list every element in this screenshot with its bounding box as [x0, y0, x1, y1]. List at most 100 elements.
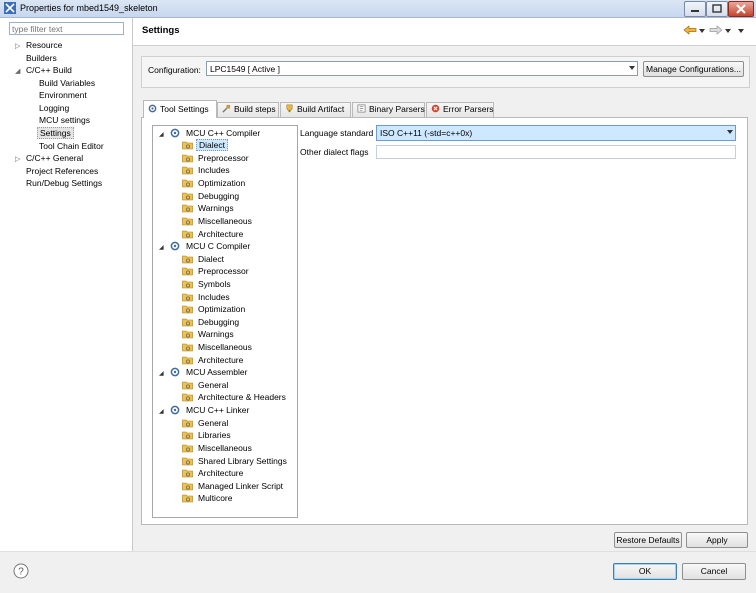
tree-item[interactable]: Architecture & Headers — [182, 392, 288, 403]
nav-item-project-references[interactable]: Project References — [24, 166, 100, 177]
nav-item-cpp-build[interactable]: C/C++ Build — [24, 65, 74, 76]
back-menu-icon[interactable] — [698, 24, 706, 36]
nav-item-cpp-general[interactable]: C/C++ General — [24, 153, 85, 164]
nav-item-run-debug-settings[interactable]: Run/Debug Settings — [24, 178, 104, 189]
nav-item-tool-chain-editor[interactable]: Tool Chain Editor — [37, 141, 106, 152]
tree-item[interactable]: Dialect — [182, 139, 228, 151]
language-standard-select[interactable]: ISO C++11 (-std=c++0x) — [376, 125, 736, 141]
folder-settings-icon — [182, 444, 193, 453]
folder-settings-icon — [182, 217, 193, 226]
collapse-arrow-icon[interactable]: ◢ — [15, 67, 20, 75]
tree-item[interactable]: Architecture — [182, 355, 245, 366]
filter-input[interactable] — [9, 22, 124, 35]
tree-group-mcu-cpp-compiler[interactable]: MCU C++ Compiler — [170, 128, 262, 139]
minimize-icon — [691, 10, 699, 12]
help-icon[interactable]: ? — [13, 563, 29, 579]
collapse-arrow-icon[interactable]: ◢ — [159, 408, 164, 415]
tree-item[interactable]: Shared Library Settings — [182, 456, 289, 467]
folder-settings-icon — [182, 305, 193, 314]
nav-item-logging[interactable]: Logging — [37, 103, 71, 114]
tab-error-parsers[interactable]: Error Parsers — [426, 102, 494, 117]
tree-item[interactable]: General — [182, 418, 230, 429]
tree-item[interactable]: Optimization — [182, 304, 247, 315]
apply-button[interactable]: Apply — [686, 532, 748, 548]
nav-item-resource[interactable]: Resource — [24, 40, 64, 51]
nav-item-mcu-settings[interactable]: MCU settings — [37, 115, 92, 126]
tool-gear-icon — [170, 241, 180, 251]
nav-item-environment[interactable]: Environment — [37, 90, 89, 101]
tree-item[interactable]: Preprocessor — [182, 153, 251, 164]
tree-item[interactable]: Debugging — [182, 317, 241, 328]
ok-button[interactable]: OK — [613, 563, 677, 580]
folder-settings-icon — [182, 166, 193, 175]
window-title: Properties for mbed1549_skeleton — [20, 3, 158, 13]
tab-binary-parsers[interactable]: Binary Parsers — [352, 102, 425, 117]
tab-build-artifact[interactable]: Build Artifact — [280, 102, 351, 117]
maximize-icon — [712, 4, 722, 13]
restore-defaults-button[interactable]: Restore Defaults — [614, 532, 682, 548]
close-window-button[interactable] — [728, 1, 754, 17]
tree-item[interactable]: Managed Linker Script — [182, 481, 285, 492]
help-glyph: ? — [18, 567, 24, 578]
maximize-button[interactable] — [706, 1, 728, 17]
nav-item-settings[interactable]: Settings — [37, 127, 74, 139]
tree-item[interactable]: Miscellaneous — [182, 216, 254, 227]
title-bar: Properties for mbed1549_skeleton — [0, 0, 756, 18]
expand-arrow-icon[interactable]: ▷ — [15, 155, 20, 163]
close-icon — [736, 4, 746, 14]
folder-settings-icon — [182, 356, 193, 365]
back-arrow-icon[interactable] — [683, 24, 697, 36]
tree-item[interactable]: Debugging — [182, 191, 241, 202]
minimize-button[interactable] — [684, 1, 706, 17]
tree-item[interactable]: General — [182, 380, 230, 391]
tree-group-mcu-c-compiler[interactable]: MCU C Compiler — [170, 241, 252, 252]
cancel-button[interactable]: Cancel — [682, 563, 746, 580]
folder-settings-icon — [182, 419, 193, 428]
expand-arrow-icon[interactable]: ▷ — [15, 42, 20, 50]
tree-group-mcu-assembler[interactable]: MCU Assembler — [170, 367, 249, 378]
folder-settings-icon — [182, 318, 193, 327]
tree-item[interactable]: Multicore — [182, 493, 234, 504]
error-parsers-icon — [431, 104, 440, 113]
tree-item[interactable]: Includes — [182, 292, 232, 303]
tree-item[interactable]: Symbols — [182, 279, 233, 290]
tree-item[interactable]: Architecture — [182, 468, 245, 479]
build-artifact-icon — [286, 104, 293, 113]
manage-configurations-button[interactable]: Manage Configurations... — [643, 61, 744, 77]
tree-item[interactable]: Includes — [182, 165, 232, 176]
page-header — [133, 18, 756, 46]
tree-group-mcu-cpp-linker[interactable]: MCU C++ Linker — [170, 405, 251, 416]
tool-settings-icon — [148, 104, 157, 113]
tree-item[interactable]: Miscellaneous — [182, 443, 254, 454]
other-dialect-flags-label: Other dialect flags — [300, 147, 369, 157]
tree-item[interactable]: Warnings — [182, 329, 236, 340]
other-dialect-flags-input[interactable] — [376, 145, 736, 159]
folder-settings-icon — [182, 192, 193, 201]
forward-menu-icon[interactable] — [724, 24, 732, 36]
tab-build-steps[interactable]: Build steps — [217, 102, 279, 117]
nav-item-build-variables[interactable]: Build Variables — [37, 78, 97, 89]
tree-item[interactable]: Libraries — [182, 430, 233, 441]
folder-settings-icon — [182, 280, 193, 289]
folder-settings-icon — [182, 179, 193, 188]
collapse-arrow-icon[interactable]: ◢ — [159, 244, 164, 251]
tree-item[interactable]: Architecture — [182, 229, 245, 240]
tree-item[interactable]: Dialect — [182, 254, 226, 265]
view-menu-icon[interactable] — [737, 24, 745, 36]
configuration-select[interactable]: LPC1549 [ Active ] — [206, 61, 638, 76]
forward-arrow-icon[interactable] — [709, 24, 723, 36]
language-standard-value: ISO C++11 (-std=c++0x) — [380, 128, 473, 138]
tree-item[interactable]: Optimization — [182, 178, 247, 189]
tree-item[interactable]: Preprocessor — [182, 266, 251, 277]
folder-settings-icon — [182, 457, 193, 466]
folder-settings-icon — [182, 267, 193, 276]
language-standard-label: Language standard — [300, 128, 374, 138]
tool-gear-icon — [170, 367, 180, 377]
tab-tool-settings[interactable]: Tool Settings — [143, 100, 217, 118]
tree-item[interactable]: Warnings — [182, 203, 236, 214]
nav-item-builders[interactable]: Builders — [24, 53, 59, 64]
collapse-arrow-icon[interactable]: ◢ — [159, 131, 164, 138]
collapse-arrow-icon[interactable]: ◢ — [159, 370, 164, 377]
folder-settings-icon — [182, 230, 193, 239]
tree-item[interactable]: Miscellaneous — [182, 342, 254, 353]
